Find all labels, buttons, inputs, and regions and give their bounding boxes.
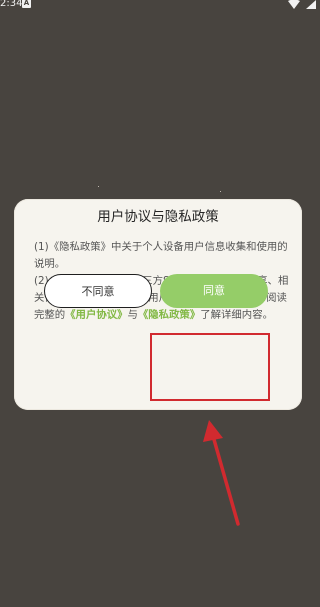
status-indicators [286, 0, 320, 10]
app-notification-icon: A [22, 0, 31, 8]
wifi-icon [288, 0, 300, 9]
status-time: 2:34 [0, 0, 23, 9]
background-speck [220, 191, 221, 192]
background-speck [98, 186, 99, 187]
status-bar: 2:34 A [0, 0, 320, 10]
arrow-annotation-icon [203, 420, 240, 526]
signal-icon [306, 0, 316, 9]
highlight-annotation-box [150, 333, 270, 401]
decline-button[interactable]: 不同意 [44, 274, 152, 308]
agree-button[interactable]: 同意 [160, 274, 268, 308]
